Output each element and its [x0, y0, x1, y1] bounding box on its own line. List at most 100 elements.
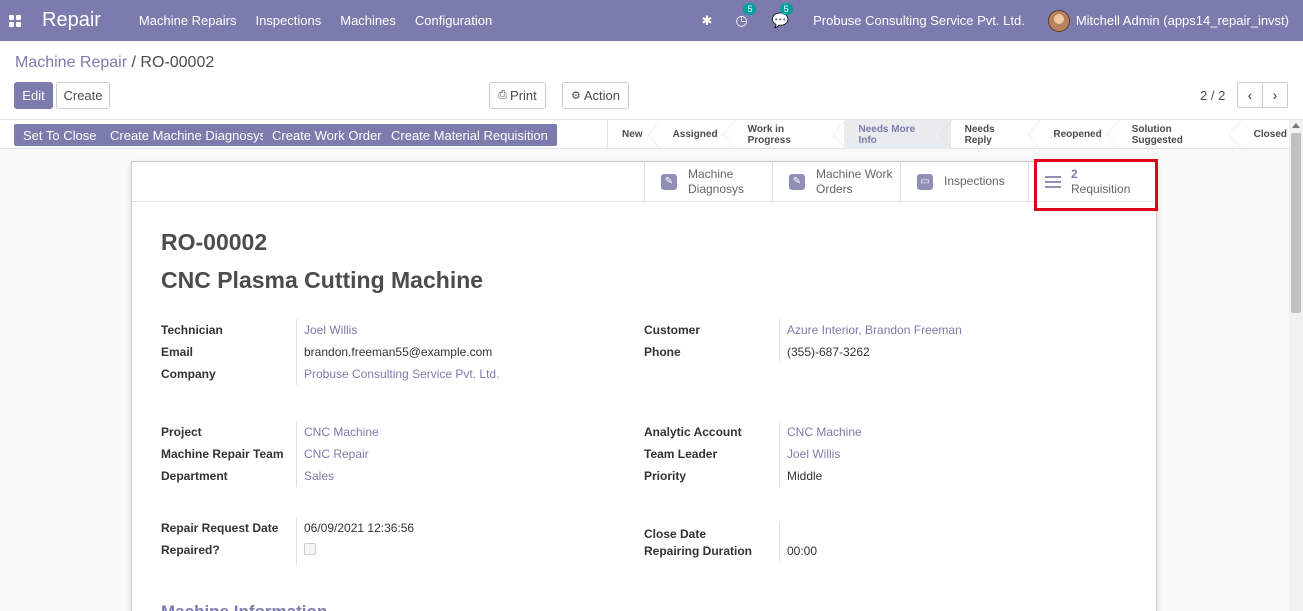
requisition-highlight-box — [1034, 159, 1158, 211]
chevron-left-icon: ‹ — [1247, 87, 1253, 103]
breadcrumb: Machine Repair / RO-00002 — [15, 54, 214, 72]
pager-next-button[interactable]: › — [1262, 82, 1288, 108]
priority-field[interactable]: Middle — [787, 469, 822, 483]
repair-request-date-label: Repair Request Date — [161, 521, 279, 535]
debug-bug-icon[interactable]: ✱ — [701, 14, 713, 27]
inspections-label: Inspections — [944, 174, 1005, 188]
user-avatar[interactable] — [1047, 9, 1070, 32]
email-label: Email — [161, 345, 194, 359]
work-orders-text: Machine Work Orders — [816, 167, 892, 197]
top-navbar: Repair Machine Repairs Inspections Machi… — [0, 0, 1303, 41]
field-separator — [296, 421, 297, 487]
create-material-requisition-button[interactable]: Create Material Requisition — [382, 124, 557, 146]
form-sheet: ✎ Machine Diagnosys ✎ Machine Work Orders … — [131, 161, 1157, 611]
customer-label: Customer — [644, 323, 701, 337]
repair-request-date-field[interactable]: 06/09/2021 12:36:56 — [304, 521, 414, 535]
activity-button[interactable]: ◷ 5 — [735, 3, 757, 29]
field-separator — [779, 319, 780, 363]
department-field[interactable]: Sales — [304, 469, 334, 483]
field-separator — [779, 523, 780, 563]
vertical-scrollbar[interactable] — [1289, 120, 1303, 611]
company-label: Company — [161, 367, 216, 381]
machine-diagnosys-smart-button[interactable]: ✎ Machine Diagnosys — [644, 162, 773, 201]
repair-team-field[interactable]: CNC Repair — [304, 447, 369, 461]
form-view: ✎ Machine Diagnosys ✎ Machine Work Orders … — [0, 149, 1289, 611]
breadcrumb-current: RO-00002 — [140, 54, 215, 71]
inbox-icon: ▭ — [917, 173, 933, 190]
field-separator — [296, 319, 297, 385]
work-orders-line2: Orders — [816, 181, 853, 196]
phone-label: Phone — [644, 345, 681, 359]
stage-assigned[interactable]: Assigned — [659, 120, 735, 149]
repaired-checkbox[interactable] — [304, 543, 316, 555]
project-label: Project — [161, 425, 202, 439]
breadcrumb-parent[interactable]: Machine Repair — [15, 54, 127, 71]
company-switcher[interactable]: Probuse Consulting Service Pvt. Ltd. — [813, 13, 1025, 28]
stage-new[interactable]: New — [608, 120, 660, 149]
machine-information-title: Machine Information — [161, 602, 327, 611]
smart-button-box: ✎ Machine Diagnosys ✎ Machine Work Orders … — [132, 162, 1156, 202]
pencil-icon: ✎ — [789, 173, 805, 190]
activity-badge: 5 — [743, 3, 757, 15]
email-field[interactable]: brandon.freeman55@example.com — [304, 345, 492, 359]
action-label: Action — [583, 88, 620, 103]
repairing-duration-label: Repairing Duration — [644, 544, 753, 558]
record-reference: RO-00002 — [161, 229, 268, 255]
messages-button[interactable]: 💬 5 — [772, 3, 793, 29]
stage-bar: New Assigned Work in Progress Needs More… — [607, 120, 1303, 149]
menu-configuration[interactable]: Configuration — [415, 13, 492, 28]
pager-previous-button[interactable]: ‹ — [1237, 82, 1263, 108]
pager-value[interactable]: 2 / 2 — [1200, 88, 1225, 103]
breadcrumb-separator: / — [131, 54, 136, 71]
edit-button[interactable]: Edit — [14, 82, 53, 109]
inspections-smart-button[interactable]: ▭ Inspections — [900, 162, 1028, 201]
work-orders-line1: Machine Work — [816, 166, 893, 181]
close-date-label: Close Date — [644, 527, 707, 541]
statusbar: Set To Close Create Machine Diagnosys Cr… — [0, 119, 1303, 149]
field-separator — [779, 421, 780, 487]
repairing-duration-field[interactable]: 00:00 — [787, 544, 817, 558]
stage-needs-more-info[interactable]: Needs More Info — [844, 120, 952, 149]
control-panel: Machine Repair / RO-00002 Edit Create ⎙ … — [0, 41, 1303, 149]
app-name[interactable]: Repair — [42, 9, 101, 32]
repaired-label: Repaired? — [161, 543, 220, 557]
machine-work-orders-smart-button[interactable]: ✎ Machine Work Orders — [772, 162, 901, 201]
scroll-thumb[interactable] — [1291, 133, 1301, 313]
create-button[interactable]: Create — [56, 82, 110, 109]
user-menu[interactable]: Mitchell Admin (apps14_repair_invst) — [1076, 13, 1289, 28]
field-separator — [296, 517, 297, 565]
diagnosys-text: Machine Diagnosys — [688, 167, 744, 197]
print-button[interactable]: ⎙ Print — [489, 82, 546, 109]
team-leader-label: Team Leader — [644, 447, 718, 461]
set-to-close-button[interactable]: Set To Close — [14, 124, 106, 146]
analytic-account-field[interactable]: CNC Machine — [787, 425, 862, 439]
stage-needs-reply[interactable]: Needs Reply — [951, 120, 1041, 149]
printer-icon: ⎙ — [498, 89, 508, 101]
create-work-order-button[interactable]: Create Work Order — [263, 124, 391, 146]
menu-machine-repairs[interactable]: Machine Repairs — [139, 13, 237, 28]
diagnosys-line1: Machine — [688, 166, 734, 181]
analytic-account-label: Analytic Account — [644, 425, 742, 439]
print-label: Print — [510, 88, 537, 103]
menu-inspections[interactable]: Inspections — [255, 13, 321, 28]
record-name[interactable]: CNC Plasma Cutting Machine — [161, 267, 483, 294]
stage-solution-suggested[interactable]: Solution Suggested — [1118, 120, 1241, 149]
technician-field[interactable]: Joel Willis — [304, 323, 357, 337]
project-field[interactable]: CNC Machine — [304, 425, 379, 439]
stage-work-in-progress[interactable]: Work in Progress — [734, 120, 846, 149]
company-field[interactable]: Probuse Consulting Service Pvt. Ltd. — [304, 367, 499, 381]
scroll-up-arrow-icon[interactable] — [1292, 123, 1300, 128]
chevron-right-icon: › — [1272, 87, 1278, 103]
department-label: Department — [161, 469, 228, 483]
pencil-icon: ✎ — [661, 173, 677, 190]
apps-menu-icon[interactable] — [9, 14, 21, 27]
menu-machines[interactable]: Machines — [340, 13, 396, 28]
phone-field[interactable]: (355)-687-3262 — [787, 345, 870, 359]
create-machine-diagnosys-button[interactable]: Create Machine Diagnosys — [101, 124, 276, 146]
repair-team-label: Machine Repair Team — [161, 447, 284, 461]
stage-reopened[interactable]: Reopened — [1039, 120, 1120, 149]
action-button[interactable]: ⚙ Action — [562, 82, 629, 109]
customer-field[interactable]: Azure Interior, Brandon Freeman — [787, 323, 962, 337]
team-leader-field[interactable]: Joel Willis — [787, 447, 840, 461]
technician-label: Technician — [161, 323, 223, 337]
